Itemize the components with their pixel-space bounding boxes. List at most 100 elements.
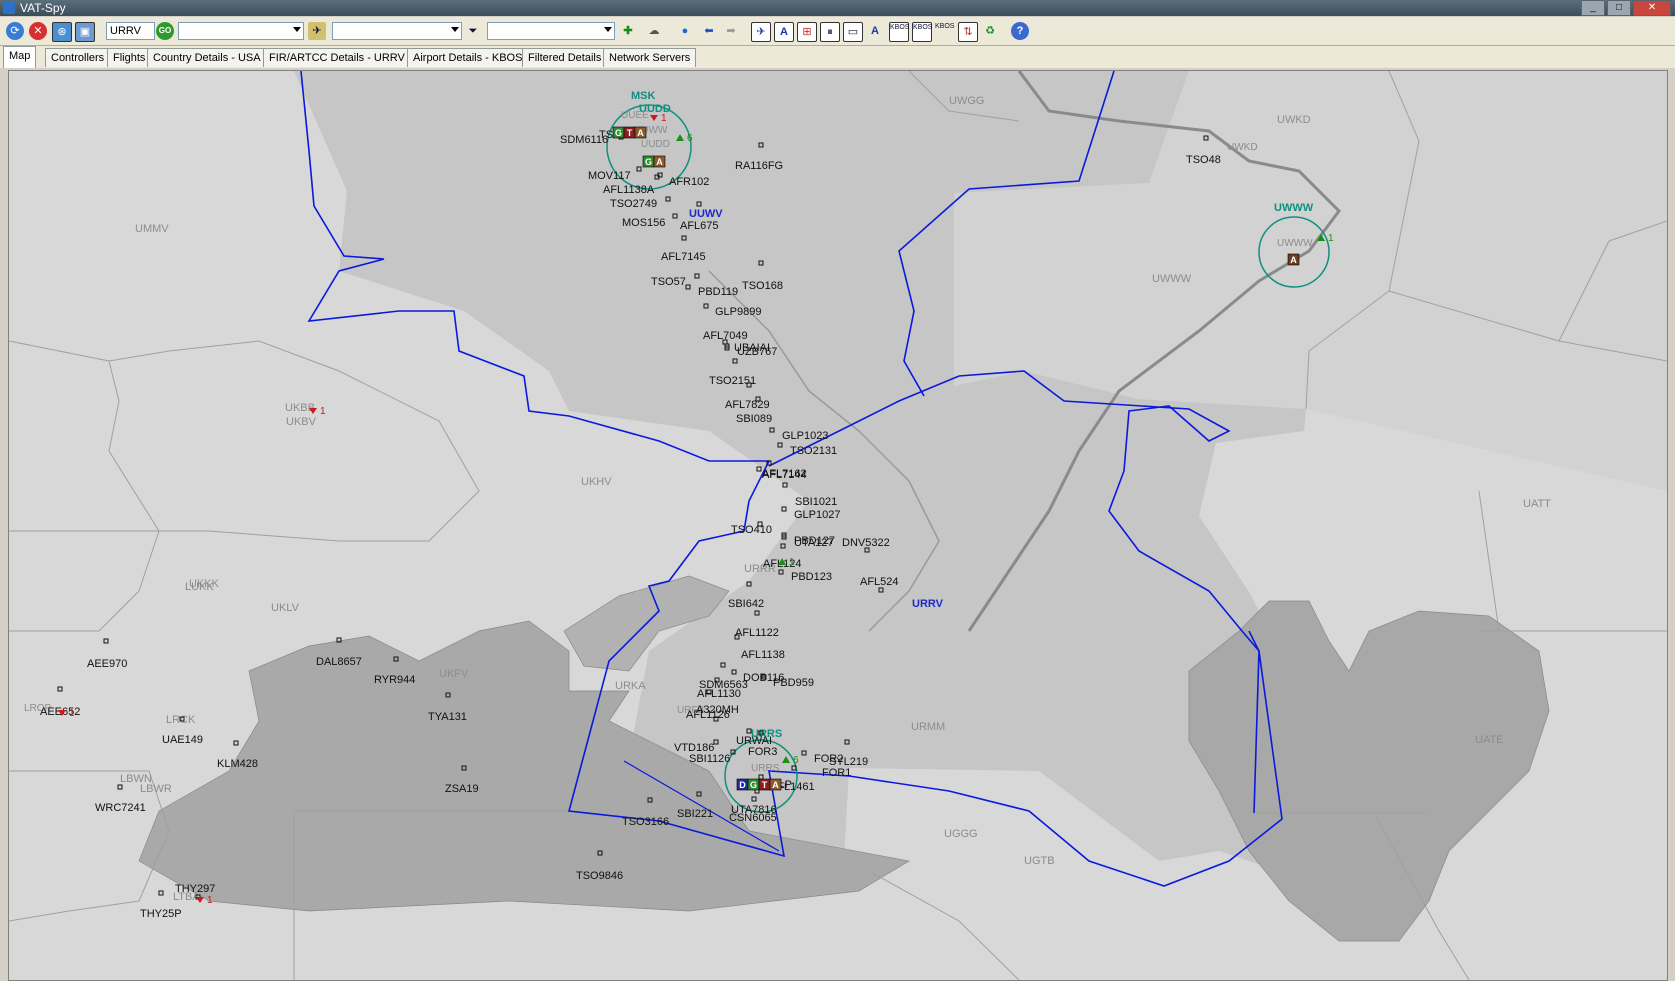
sectors-icon[interactable]: ▭ [843,22,863,42]
flight[interactable]: VTD186 [674,739,719,754]
labels-icon[interactable]: A [774,22,794,42]
go-button[interactable]: GO [156,22,174,40]
airport-label[interactable]: UWKD [1227,142,1258,153]
aircraft-icon [103,638,109,644]
atc-badge[interactable]: G [747,778,760,791]
flight[interactable]: WRC7241 [95,784,146,814]
badge-letter: T [762,780,768,790]
refresh-icon[interactable]: ⟳ [6,22,24,40]
map-view[interactable]: UMMV UKHV UKBB UKBV UKKK LUKK UKLV UKFV LRCK LBWN… [8,70,1668,981]
aircraft-icon [756,466,762,472]
reload-icon[interactable]: ♻ [981,22,999,40]
text-icon[interactable]: A [866,22,884,40]
atc-badge[interactable]: A [634,126,647,139]
flight[interactable]: AEE970 [87,638,127,670]
badge-letter: D [739,780,746,790]
add-filter-icon[interactable]: ✚ [619,22,637,40]
swap-icon[interactable]: ⇅ [958,22,978,42]
badge-letter: T [627,128,633,138]
flight-callsign: CSN6065 [729,812,777,824]
fir-label[interactable]: UWWW [1274,202,1314,214]
show-flights-icon[interactable]: ✈ [751,22,771,42]
weather-icon[interactable]: ☁ [645,22,663,40]
fir-label[interactable]: UWKD [1277,114,1311,126]
tab-controllers[interactable]: Controllers [45,48,111,67]
tab-filtered-details[interactable]: Filtered Details [522,48,608,67]
atc-badge[interactable]: A [769,778,782,791]
pause-icon[interactable]: ⏸ [820,22,840,42]
tab-airport-details[interactable]: Airport Details - KBOS [407,48,529,67]
fir-label[interactable]: UATE [1475,734,1504,746]
airport-label[interactable]: UUDD [641,139,670,150]
atc-badge[interactable]: A [653,155,666,168]
fir-label[interactable]: UKBV [286,416,317,428]
fir-label[interactable]: UUWV [689,208,723,220]
filter-select[interactable] [487,22,615,40]
flight[interactable]: GLP1027 [781,506,840,521]
fir-label[interactable]: URMM [911,721,945,733]
fir-label[interactable]: UKHV [581,476,612,488]
flight-callsign: AFL675 [680,220,719,232]
kbos-firs-icon[interactable]: KBOS [912,22,932,42]
badge-letter: A [637,128,644,138]
screenshot-icon[interactable]: ▣ [75,22,95,42]
tab-map[interactable]: Map [3,46,37,68]
fir-label[interactable]: UGGG [944,828,978,840]
kbos-airports-icon[interactable]: KBOS [889,22,909,42]
airport-label[interactable]: UWWW [1277,238,1313,249]
callsign-input[interactable]: URRV [106,22,155,40]
flight[interactable]: AFL7144 [756,466,807,481]
flight-callsign: TSO57 [651,276,686,288]
firs-icon[interactable]: ⊞ [797,22,817,42]
flight[interactable]: SBI1126 [689,749,736,765]
fir-label[interactable]: UKFV [439,668,469,680]
forward-arrow-icon[interactable]: ➡ [722,22,740,40]
globe-icon[interactable]: ● [676,22,694,40]
flight[interactable]: AFL1126 [686,709,730,722]
atc-badge[interactable]: T [758,778,771,791]
atc-badge[interactable]: G [642,155,655,168]
filter-icon[interactable]: ⏷ [464,22,482,40]
fir-select[interactable] [332,22,462,40]
minimize-button[interactable]: _ [1581,0,1605,16]
atc-badge[interactable]: T [623,126,636,139]
fir-label[interactable]: URRV [912,598,944,610]
title-bar: VAT-Spy _ □ ✕ [0,0,1675,16]
fir-label[interactable]: URKA [615,680,646,692]
atc-badge[interactable]: A [1287,253,1300,266]
atc-badge[interactable]: G [612,126,625,139]
badge-letter: A [1290,255,1297,265]
fir-label[interactable]: UKLV [271,602,300,614]
kbos-ctr-icon[interactable]: KBOS [935,22,954,40]
close-button[interactable]: ✕ [1633,0,1671,16]
fir-label[interactable]: MSK [631,90,656,102]
fir-label[interactable]: UGTB [1024,855,1055,867]
fir-label[interactable]: UATT [1523,498,1551,510]
fir-label[interactable]: LRCK [166,714,196,726]
tab-flights[interactable]: Flights [107,48,152,67]
airport-icon[interactable]: ✈ [308,22,326,40]
fir-label[interactable]: UWWW [1152,273,1192,285]
tab-fir-details[interactable]: FIR/ARTCC Details - URRV [263,48,411,67]
fir-label[interactable]: LBWR [140,783,172,795]
help-icon[interactable]: ? [1011,22,1029,40]
flight-callsign: AEE970 [87,658,127,670]
stop-icon[interactable]: ✕ [29,22,47,40]
fir-label[interactable]: UWGG [949,95,984,107]
atc-badge[interactable]: D [736,778,749,791]
fir-label[interactable]: UMMV [135,223,169,235]
airport-select[interactable] [178,22,304,40]
tab-country-details[interactable]: Country Details - USA [147,48,267,67]
fir-label[interactable]: LUKK [185,581,214,593]
map-canvas[interactable]: UMMVUKHVUKBBUKBVUKKKLUKKUKLVUKFVLRCKLBWN… [9,71,1667,980]
back-arrow-icon[interactable]: ⬅ [700,22,718,40]
caspian-sea [1188,600,1550,942]
airport-label[interactable]: URRS [751,763,780,774]
connect-icon[interactable]: ⊛ [52,22,72,42]
tab-network-servers[interactable]: Network Servers [603,48,697,67]
window-title: VAT-Spy [20,1,66,15]
flight[interactable]: TSO410 [731,521,772,536]
maximize-button[interactable]: □ [1607,0,1631,16]
airport-label[interactable]: UUEE [621,110,649,121]
badge-letter: G [750,780,757,790]
